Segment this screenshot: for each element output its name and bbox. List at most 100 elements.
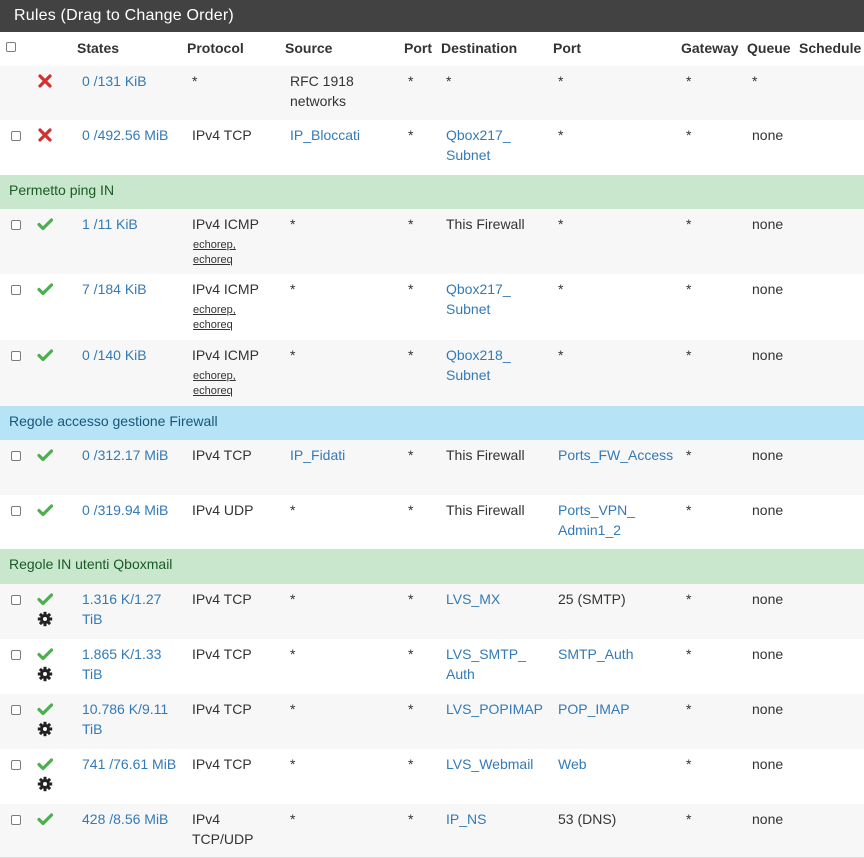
states-link-line[interactable]: 10.786 K/9.11 bbox=[82, 701, 168, 717]
dest-port-link-line[interactable]: SMTP_Auth bbox=[558, 646, 633, 662]
col-queue[interactable]: Queue bbox=[747, 38, 791, 58]
rule-checkbox[interactable] bbox=[11, 815, 21, 825]
dest-port-link-line[interactable]: Web bbox=[558, 756, 587, 772]
separator-row[interactable]: Regole IN utenti Qboxmail bbox=[0, 549, 864, 585]
rule-row[interactable]: 0 /131 KiB * RFC 1918 networks * * * * * bbox=[0, 66, 864, 121]
rule-row[interactable]: 10.786 K/9.11 TiB IPv4 TCP * * LVS_POPIMAP POP… bbox=[0, 694, 864, 750]
states-link-line[interactable]: 7 /184 KiB bbox=[82, 281, 147, 297]
rule-checkbox[interactable] bbox=[11, 451, 21, 461]
states-link-line[interactable]: TiB bbox=[82, 666, 102, 682]
separator-row[interactable]: Regole accesso gestione Firewall bbox=[0, 406, 864, 441]
rule-checkbox[interactable] bbox=[11, 285, 21, 295]
pass-check-icon[interactable] bbox=[37, 701, 54, 717]
states-link-line[interactable]: 0 /140 KiB bbox=[82, 347, 147, 363]
rule-row[interactable]: 741 /76.61 MiB IPv4 TCP * * LVS_Webmail Web * n… bbox=[0, 749, 864, 805]
col-source[interactable]: Source bbox=[285, 38, 332, 58]
col-dest-port[interactable]: Port bbox=[553, 38, 581, 58]
col-gateway[interactable]: Gateway bbox=[681, 38, 739, 58]
pass-check-icon[interactable] bbox=[37, 216, 54, 232]
rule-row[interactable]: 0 /319.94 MiB IPv4 UDP * * This Firewall Port… bbox=[0, 495, 864, 550]
separator-row[interactable]: Permetto ping IN bbox=[0, 175, 864, 210]
pass-check-icon[interactable] bbox=[37, 281, 54, 297]
states-link-line[interactable]: 0 /131 KiB bbox=[82, 73, 147, 89]
rule-checkbox[interactable] bbox=[11, 650, 21, 660]
destination-link-line[interactable]: LVS_POPIMAP bbox=[446, 701, 543, 717]
states-link-line[interactable]: 1.316 K/1.27 bbox=[82, 591, 161, 607]
dest-port-link[interactable]: Ports_FW_Access bbox=[558, 445, 673, 465]
dest-port-link-line[interactable]: Admin1_2 bbox=[558, 522, 621, 538]
destination-link-line[interactable]: IP_NS bbox=[446, 811, 486, 827]
dest-port-link[interactable]: Web bbox=[558, 754, 587, 774]
rule-checkbox[interactable] bbox=[11, 220, 21, 230]
gear-icon[interactable] bbox=[37, 611, 53, 627]
states-link[interactable]: 1.316 K/1.27 TiB bbox=[82, 589, 161, 629]
pass-check-icon[interactable] bbox=[37, 347, 54, 363]
dest-port-link[interactable]: POP_IMAP bbox=[558, 699, 630, 719]
destination-link[interactable]: IP_NS bbox=[446, 809, 486, 829]
pass-check-icon[interactable] bbox=[37, 756, 54, 772]
destination-link-line[interactable]: Qbox218_ bbox=[446, 347, 511, 363]
states-link-line[interactable]: 1 /11 KiB bbox=[82, 216, 138, 232]
destination-link-line[interactable]: LVS_Webmail bbox=[446, 756, 533, 772]
rule-checkbox[interactable] bbox=[11, 506, 21, 516]
destination-link[interactable]: LVS_Webmail bbox=[446, 754, 533, 774]
rule-checkbox[interactable] bbox=[11, 595, 21, 605]
source-link[interactable]: IP_Bloccati bbox=[290, 125, 360, 145]
rule-row[interactable]: 1.865 K/1.33 TiB IPv4 TCP * * LVS_SMTP_ Auth SM… bbox=[0, 639, 864, 695]
states-link[interactable]: 0 /131 KiB bbox=[82, 71, 147, 91]
destination-link[interactable]: Qbox217_ Subnet bbox=[446, 125, 511, 165]
pass-check-icon[interactable] bbox=[37, 811, 54, 827]
dest-port-link-line[interactable]: Ports_VPN_ bbox=[558, 502, 635, 518]
destination-link-line[interactable]: LVS_SMTP_ bbox=[446, 646, 526, 662]
states-link[interactable]: 1.865 K/1.33 TiB bbox=[82, 644, 161, 684]
states-link-line[interactable]: 0 /312.17 MiB bbox=[82, 447, 168, 463]
states-link[interactable]: 741 /76.61 MiB bbox=[82, 754, 176, 774]
destination-link-line[interactable]: Subnet bbox=[446, 367, 490, 383]
destination-link-line[interactable]: LVS_MX bbox=[446, 591, 500, 607]
block-x-icon[interactable] bbox=[37, 73, 53, 89]
pass-check-icon[interactable] bbox=[37, 447, 54, 463]
states-link-line[interactable]: 0 /319.94 MiB bbox=[82, 502, 168, 518]
destination-link[interactable]: LVS_MX bbox=[446, 589, 500, 609]
rule-checkbox[interactable] bbox=[11, 760, 21, 770]
col-destination[interactable]: Destination bbox=[441, 38, 517, 58]
destination-link-line[interactable]: Qbox217_ bbox=[446, 127, 511, 143]
col-port[interactable]: Port bbox=[404, 38, 432, 58]
states-link-line[interactable]: TiB bbox=[82, 721, 102, 737]
col-protocol[interactable]: Protocol bbox=[187, 38, 244, 58]
destination-link-line[interactable]: Subnet bbox=[446, 301, 490, 317]
rule-row[interactable]: 0 /312.17 MiB IPv4 TCP IP_Fidati * This Fire… bbox=[0, 440, 864, 496]
states-link-line[interactable]: 0 /492.56 MiB bbox=[82, 127, 168, 143]
states-link[interactable]: 0 /312.17 MiB bbox=[82, 445, 168, 465]
source-link-line[interactable]: IP_Fidati bbox=[290, 447, 345, 463]
rule-checkbox[interactable] bbox=[11, 705, 21, 715]
dest-port-link[interactable]: SMTP_Auth bbox=[558, 644, 633, 664]
states-link[interactable]: 0 /140 KiB bbox=[82, 345, 147, 365]
dest-port-link-line[interactable]: Ports_FW_Access bbox=[558, 447, 673, 463]
source-link-line[interactable]: IP_Bloccati bbox=[290, 127, 360, 143]
gear-icon[interactable] bbox=[37, 721, 53, 737]
destination-link[interactable]: LVS_POPIMAP bbox=[446, 699, 543, 719]
states-link-line[interactable]: 1.865 K/1.33 bbox=[82, 646, 161, 662]
destination-link[interactable]: Qbox218_ Subnet bbox=[446, 345, 511, 385]
dest-port-link-line[interactable]: POP_IMAP bbox=[558, 701, 630, 717]
rule-row[interactable]: 1.316 K/1.27 TiB IPv4 TCP * * LVS_MX 25 (SMTP)… bbox=[0, 584, 864, 640]
states-link[interactable]: 0 /492.56 MiB bbox=[82, 125, 168, 145]
pass-check-icon[interactable] bbox=[37, 646, 54, 662]
destination-link[interactable]: LVS_SMTP_ Auth bbox=[446, 644, 526, 684]
states-link[interactable]: 428 /8.56 MiB bbox=[82, 809, 168, 829]
states-link-line[interactable]: 428 /8.56 MiB bbox=[82, 811, 168, 827]
destination-link[interactable]: Qbox217_ Subnet bbox=[446, 279, 511, 319]
states-link-line[interactable]: 741 /76.61 MiB bbox=[82, 756, 176, 772]
destination-link-line[interactable]: Qbox217_ bbox=[446, 281, 511, 297]
rule-row[interactable]: 428 /8.56 MiB IPv4 TCP/UDP * * IP_NS 53 (DNS) *… bbox=[0, 804, 864, 858]
states-link[interactable]: 1 /11 KiB bbox=[82, 214, 138, 234]
dest-port-link[interactable]: Ports_VPN_ Admin1_2 bbox=[558, 500, 635, 540]
destination-link-line[interactable]: Subnet bbox=[446, 147, 490, 163]
gear-icon[interactable] bbox=[37, 776, 53, 792]
pass-check-icon[interactable] bbox=[37, 591, 54, 607]
gear-icon[interactable] bbox=[37, 666, 53, 682]
col-states[interactable]: States bbox=[77, 38, 119, 58]
col-schedule[interactable]: Schedule bbox=[799, 38, 861, 58]
rule-checkbox[interactable] bbox=[11, 351, 21, 361]
